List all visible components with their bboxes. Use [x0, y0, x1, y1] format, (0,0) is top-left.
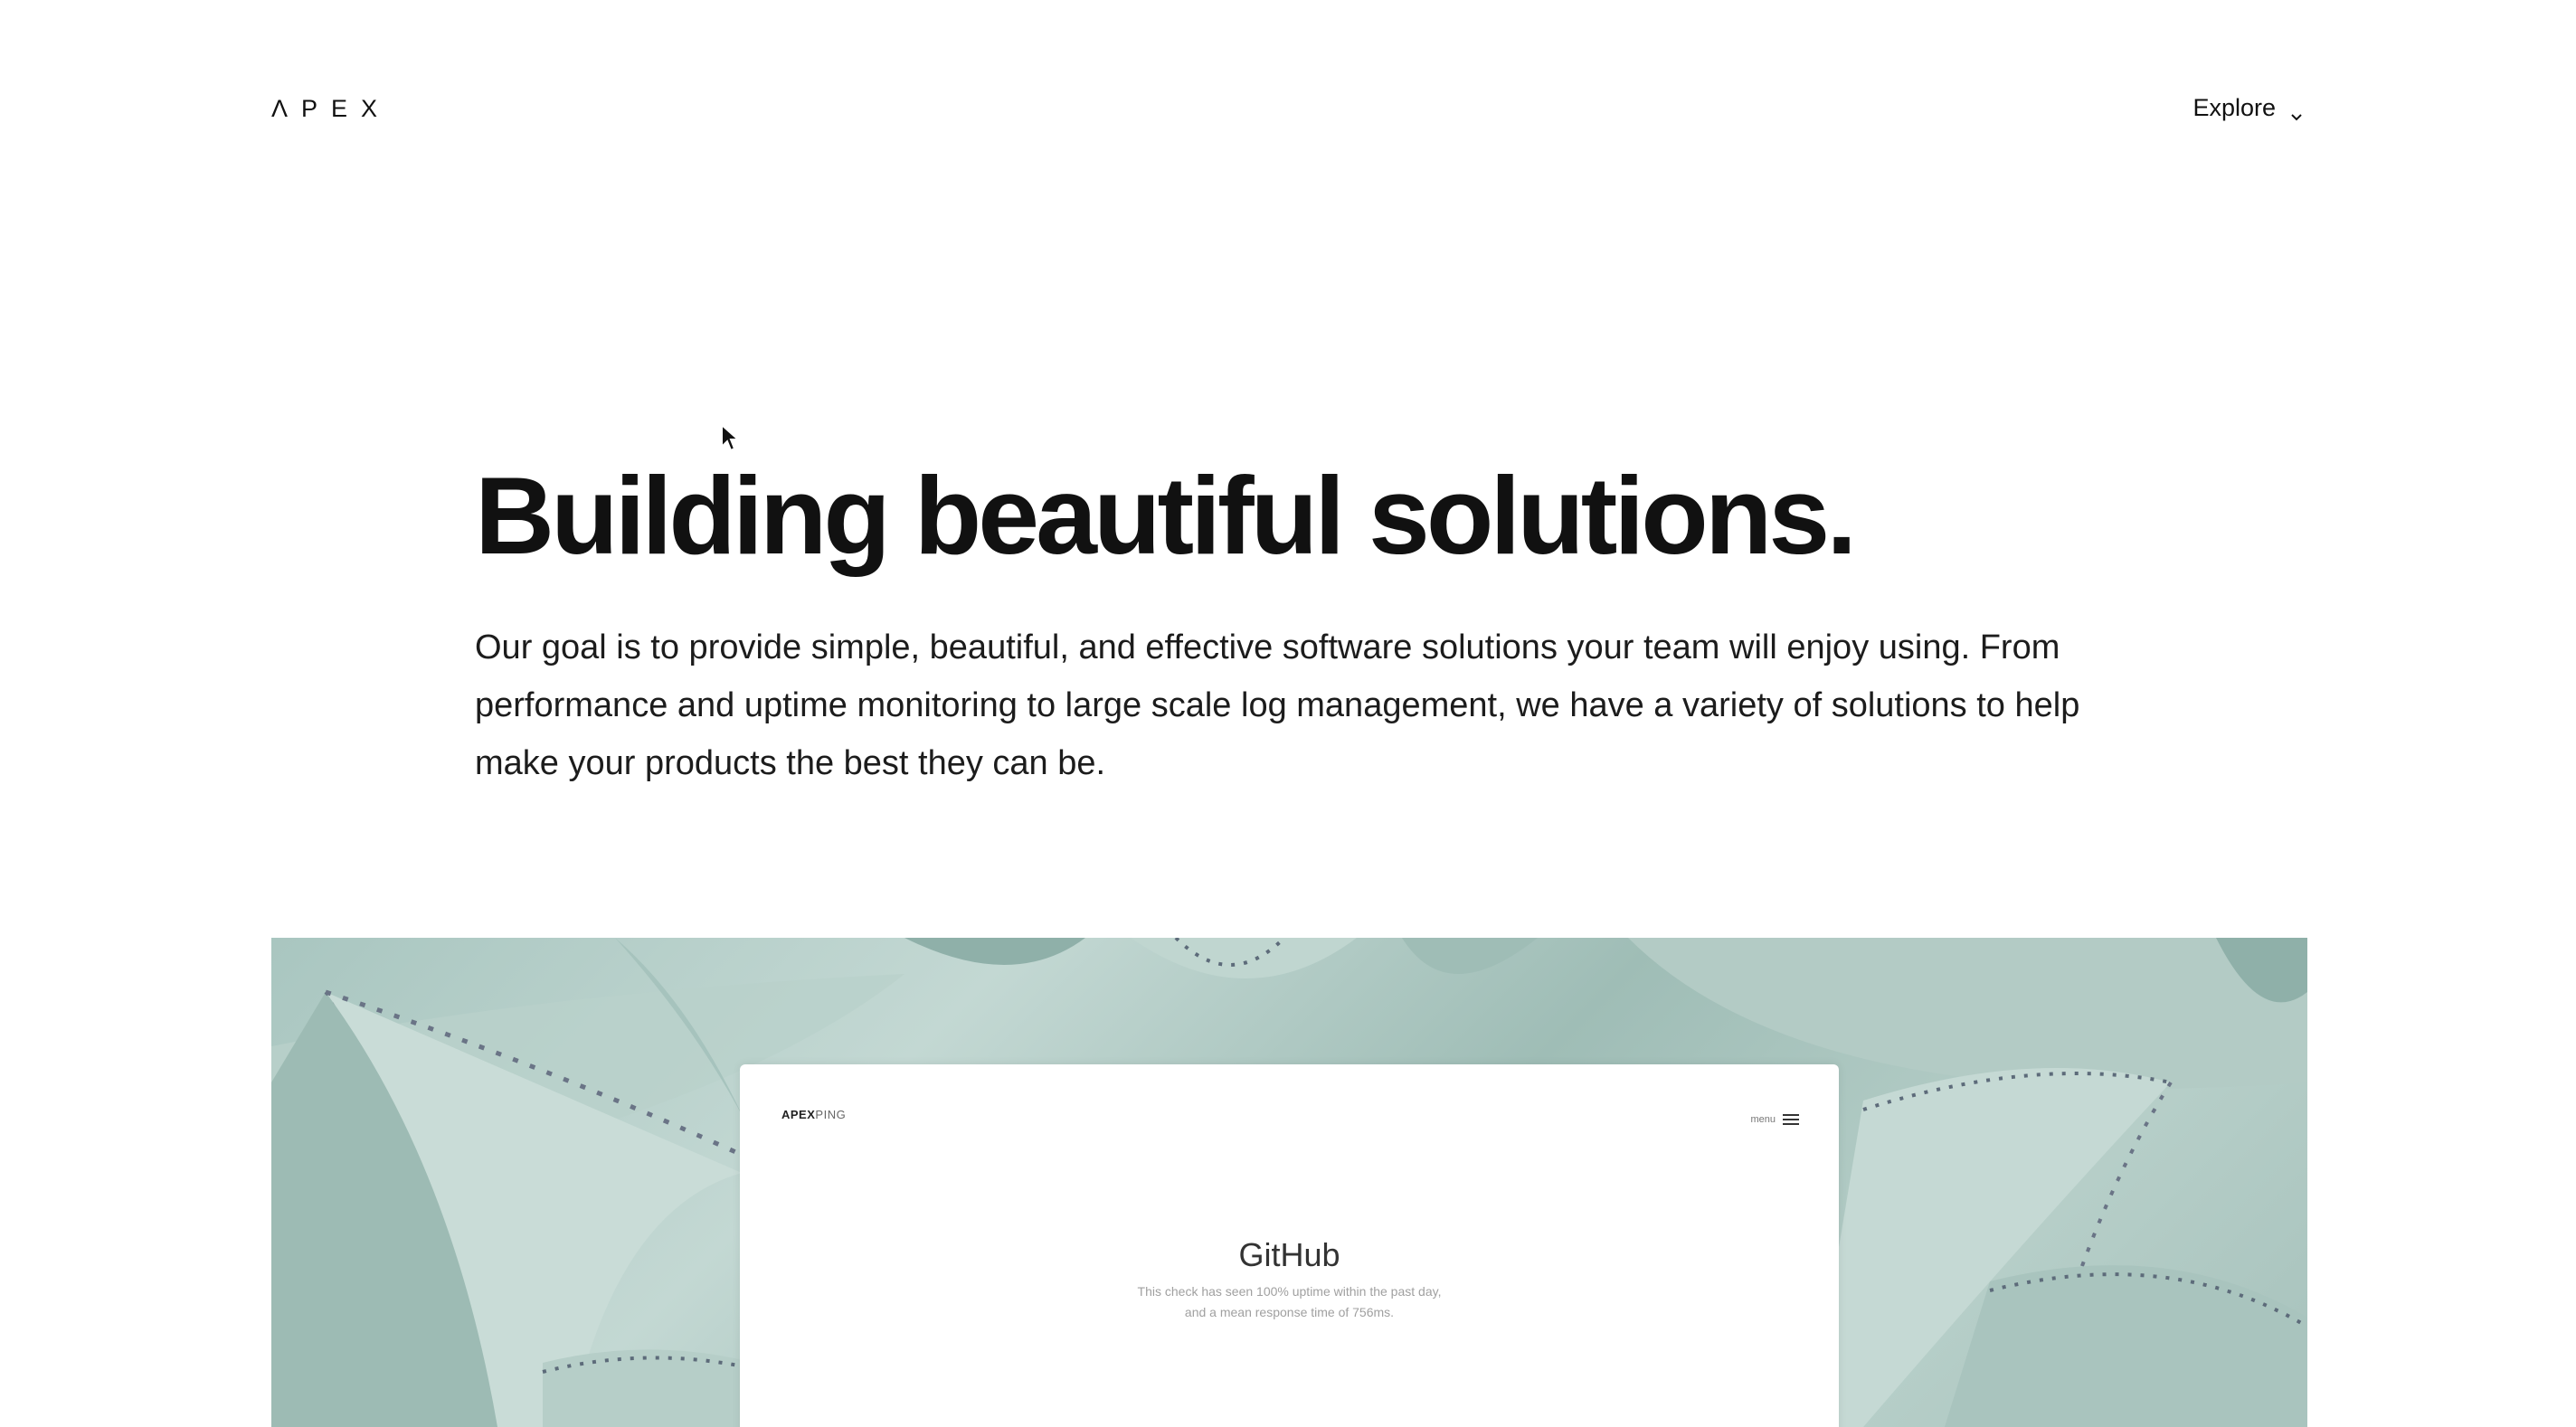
card-menu-button[interactable]: menu — [1750, 1113, 1799, 1126]
card-logo-light: PING — [815, 1108, 847, 1121]
hero-title: Building beautiful solutions. — [475, 454, 1857, 577]
apex-ping-logo: APEXPING — [781, 1108, 846, 1121]
card-subtitle: This check has seen 100% uptime within t… — [1137, 1284, 1442, 1319]
chevron-down-icon — [2288, 99, 2305, 121]
card-logo-strong: APEX — [781, 1108, 816, 1121]
apex-logo[interactable]: ΛPEX — [271, 94, 391, 123]
explore-menu-button[interactable]: Explore — [2192, 90, 2305, 125]
hamburger-icon — [1783, 1114, 1799, 1125]
ping-preview-card: APEXPING menu GitHub This check has seen… — [740, 1064, 1839, 1427]
hero-description: Our goal is to provide simple, beautiful… — [475, 628, 2080, 782]
card-title: GitHub — [1238, 1236, 1340, 1273]
mouse-cursor-icon — [721, 423, 741, 452]
explore-label: Explore — [2192, 94, 2276, 121]
card-menu-label: menu — [1750, 1114, 1776, 1125]
page: ΛPEX Explore Building beautiful solution… — [0, 0, 2576, 1427]
